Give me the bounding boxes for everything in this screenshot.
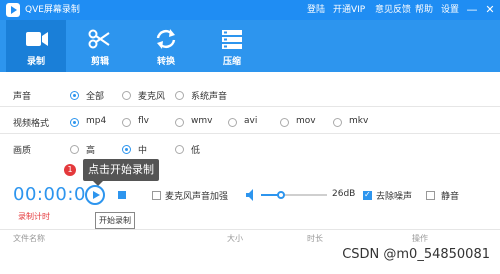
option-label: 低 bbox=[191, 146, 201, 156]
tool-record[interactable]: 录制 bbox=[6, 20, 66, 72]
option-label: 系统声音 bbox=[191, 92, 228, 102]
title-bar: QVE屏幕录制 登陆 开通VIP 意见反馈 帮助 设置 — ✕ bbox=[0, 0, 500, 20]
option-label: 麦克风 bbox=[138, 92, 166, 102]
column-header-duration: 时长 bbox=[307, 234, 323, 243]
tool-convert-label: 转换 bbox=[156, 57, 175, 67]
radio-button[interactable] bbox=[70, 118, 79, 127]
radio-button[interactable] bbox=[280, 118, 289, 127]
divider bbox=[0, 106, 500, 107]
tool-convert[interactable]: 转换 bbox=[136, 20, 196, 72]
start-record-hover-tip: 开始录制 bbox=[95, 212, 135, 229]
option-label: flv bbox=[138, 116, 149, 126]
play-icon bbox=[93, 191, 100, 199]
quality-label: 画质 bbox=[13, 146, 32, 156]
option-label: 全部 bbox=[86, 92, 105, 102]
step-badge: 1 bbox=[64, 164, 76, 176]
radio-button[interactable] bbox=[175, 118, 184, 127]
video-format-label: 视频格式 bbox=[13, 119, 50, 129]
radio-button[interactable] bbox=[228, 118, 237, 127]
scissors-icon bbox=[88, 29, 110, 49]
app-logo-icon bbox=[6, 3, 20, 17]
column-header-filename: 文件名称 bbox=[13, 234, 45, 243]
option-label: avi bbox=[244, 116, 258, 126]
convert-arrows-icon bbox=[156, 29, 176, 49]
option-label: 中 bbox=[138, 146, 148, 156]
record-timer-label: 录制计时 bbox=[18, 212, 50, 221]
vip-link[interactable]: 开通VIP bbox=[333, 3, 365, 17]
noise-reduction-label: 去除噪声 bbox=[376, 192, 413, 202]
tool-edit[interactable]: 剪辑 bbox=[70, 20, 130, 72]
tool-edit-label: 剪辑 bbox=[90, 57, 109, 67]
radio-button[interactable] bbox=[122, 145, 131, 154]
mute-checkbox[interactable] bbox=[426, 191, 435, 200]
radio-button[interactable] bbox=[333, 118, 342, 127]
csdn-watermark: CSDN @m0_54850081 bbox=[342, 247, 490, 262]
minimize-button[interactable]: — bbox=[466, 3, 478, 17]
radio-button[interactable] bbox=[122, 91, 131, 100]
option-label: mov bbox=[296, 116, 316, 126]
help-link[interactable]: 帮助 bbox=[415, 3, 433, 17]
app-title: QVE屏幕录制 bbox=[25, 5, 80, 15]
option-label: mkv bbox=[349, 116, 369, 126]
tool-record-label: 录制 bbox=[26, 57, 45, 67]
radio-button[interactable] bbox=[175, 145, 184, 154]
divider bbox=[0, 229, 500, 230]
audio-label: 声音 bbox=[13, 92, 32, 102]
stop-record-button[interactable] bbox=[118, 191, 126, 199]
column-header-actions: 操作 bbox=[412, 234, 428, 243]
mic-boost-label: 麦克风声音加强 bbox=[165, 192, 229, 202]
divider bbox=[0, 133, 500, 134]
start-record-button[interactable] bbox=[85, 185, 105, 205]
radio-button[interactable] bbox=[70, 145, 79, 154]
mute-label: 静音 bbox=[441, 192, 460, 202]
volume-slider-knob[interactable] bbox=[276, 191, 285, 199]
option-label: mp4 bbox=[86, 116, 107, 126]
radio-button[interactable] bbox=[122, 118, 131, 127]
volume-icon[interactable] bbox=[245, 188, 257, 202]
noise-reduction-checkbox[interactable] bbox=[363, 190, 372, 200]
option-label: 高 bbox=[86, 146, 96, 156]
tool-compress-label: 压缩 bbox=[222, 57, 241, 67]
volume-value: 26dB bbox=[332, 189, 356, 199]
option-label: wmv bbox=[191, 116, 213, 126]
mic-boost-checkbox[interactable] bbox=[152, 191, 161, 200]
radio-button[interactable] bbox=[70, 91, 79, 100]
volume-slider[interactable] bbox=[261, 191, 327, 199]
start-record-tooltip: 点击开始录制 bbox=[83, 159, 159, 186]
radio-button[interactable] bbox=[175, 91, 184, 100]
main-toolbar: 录制 剪辑 转换 压缩 bbox=[0, 20, 500, 72]
tool-compress[interactable]: 压缩 bbox=[202, 20, 262, 72]
column-header-size: 大小 bbox=[227, 234, 243, 243]
close-button[interactable]: ✕ bbox=[484, 3, 496, 17]
video-camera-icon bbox=[26, 32, 48, 46]
compress-icon bbox=[222, 30, 242, 49]
feedback-link[interactable]: 意见反馈 bbox=[375, 3, 411, 17]
login-link[interactable]: 登陆 bbox=[307, 3, 325, 17]
settings-link[interactable]: 设置 bbox=[441, 3, 459, 17]
